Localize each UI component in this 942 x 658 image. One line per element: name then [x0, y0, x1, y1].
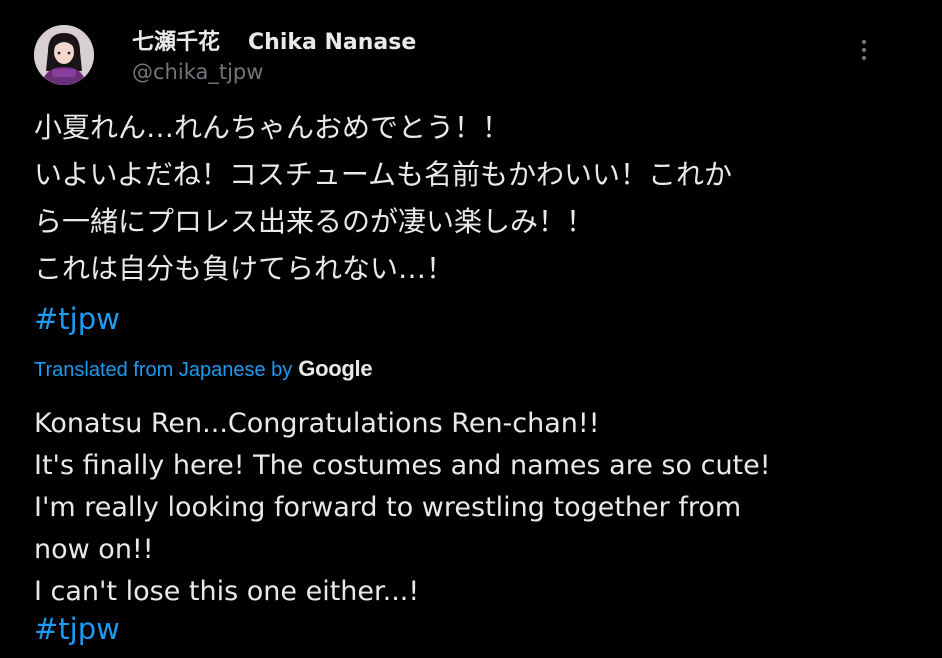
author-display-name[interactable]: 七瀬千花 Chika Nanase	[132, 24, 416, 56]
avatar[interactable]	[34, 25, 94, 85]
more-options-button[interactable]	[852, 36, 876, 64]
translated-line: I can't lose this one either...!	[34, 576, 420, 607]
translated-line: now on!!	[34, 534, 154, 565]
google-logo: Google	[298, 356, 373, 381]
translated-hashtag-link[interactable]: #tjpw	[34, 612, 120, 646]
more-vertical-icon	[862, 40, 866, 44]
post-translated-text: Konatsu Ren...Congratulations Ren-chan!!…	[34, 403, 894, 613]
more-vertical-icon-dot	[862, 48, 866, 52]
avatar-image	[34, 25, 94, 85]
author-name-en: Chika Nanase	[248, 30, 417, 55]
more-vertical-icon-dot	[862, 56, 866, 60]
tweet: 七瀬千花 Chika Nanase @chika_tjpw 小夏れん…れんちゃんお…	[0, 0, 942, 658]
translated-line: It's finally here! The costumes and name…	[34, 450, 771, 481]
original-line: これは自分も負けてられない…！	[34, 252, 455, 285]
post-original-text: 小夏れん…れんちゃんおめでとう！！ いよいよだね！コスチュームも名前もかわいい！…	[34, 104, 894, 292]
original-line: いよいよだね！コスチュームも名前もかわいい！これか	[34, 158, 733, 191]
author-handle[interactable]: @chika_tjpw	[132, 60, 263, 84]
translated-line: Konatsu Ren...Congratulations Ren-chan!!	[34, 408, 600, 439]
translation-label: Translated from Japanese by	[34, 359, 293, 381]
original-line: 小夏れん…れんちゃんおめでとう！！	[34, 111, 511, 144]
translated-line: I'm really looking forward to wrestling …	[34, 492, 742, 523]
author-name-jp: 七瀬千花	[132, 30, 221, 55]
original-line: ら一緒にプロレス出来るのが凄い楽しみ！！	[34, 205, 595, 238]
original-hashtag-link[interactable]: #tjpw	[34, 302, 120, 336]
translation-attribution[interactable]: Translated from Japanese by Google	[34, 356, 373, 382]
